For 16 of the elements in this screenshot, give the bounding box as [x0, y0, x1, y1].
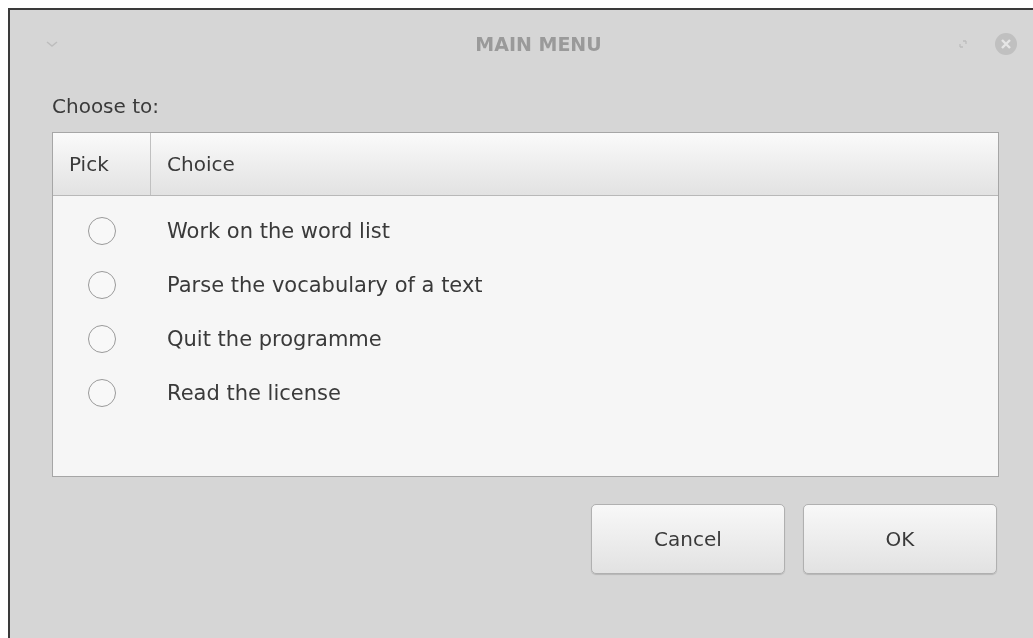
radio-button[interactable]: [88, 379, 116, 407]
ok-button[interactable]: OK: [803, 504, 997, 574]
chevron-down-icon[interactable]: [46, 41, 58, 47]
radio-button[interactable]: [88, 325, 116, 353]
radio-button[interactable]: [88, 217, 116, 245]
prompt-label: Choose to:: [52, 94, 160, 118]
choice-label[interactable]: Read the license: [151, 381, 341, 405]
choice-label[interactable]: Quit the programme: [151, 327, 382, 351]
choice-label[interactable]: Work on the word list: [151, 219, 390, 243]
radio-button[interactable]: [88, 271, 116, 299]
choice-label[interactable]: Parse the vocabulary of a text: [151, 273, 483, 297]
window-title: MAIN MENU: [474, 33, 603, 55]
column-header[interactable]: Choice: [151, 133, 998, 195]
column-header[interactable]: Pick: [53, 133, 151, 195]
cancel-button[interactable]: Cancel: [591, 504, 785, 574]
close-icon[interactable]: [995, 33, 1017, 55]
